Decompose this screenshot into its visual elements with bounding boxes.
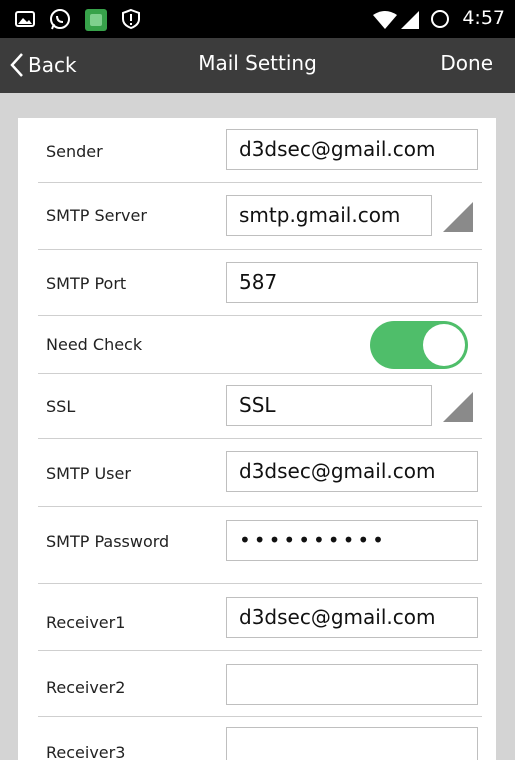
receiver3-field[interactable] [226, 727, 478, 760]
row-receiver3: Receiver3 [38, 717, 482, 760]
ssl-label: SSL [46, 397, 76, 416]
need-check-label: Need Check [46, 335, 143, 354]
row-ssl: SSL SSL [38, 374, 482, 439]
smtp-port-label: SMTP Port [46, 274, 127, 293]
app-icon [85, 9, 107, 31]
row-smtp-user: SMTP User d3dsec@gmail.com [38, 439, 482, 507]
done-button[interactable]: Done [440, 51, 493, 75]
smtp-port-field[interactable]: 587 [226, 262, 478, 303]
smtp-server-field[interactable]: smtp.gmail.com [226, 195, 432, 236]
wifi-icon [373, 11, 397, 29]
need-check-toggle[interactable] [370, 321, 468, 369]
shield-alert-icon [122, 8, 140, 30]
sender-label: Sender [46, 142, 103, 161]
smtp-password-label: SMTP Password [46, 532, 170, 551]
content-area[interactable]: Sender d3dsec@gmail.com SMTP Server smtp… [0, 93, 515, 760]
row-need-check: Need Check [38, 316, 482, 374]
status-time: 4:57 [462, 7, 505, 29]
signal-icon [401, 11, 419, 29]
receiver2-field[interactable] [226, 664, 478, 705]
toggle-knob [423, 324, 465, 366]
receiver1-label: Receiver1 [46, 613, 126, 632]
row-smtp-server: SMTP Server smtp.gmail.com [38, 183, 482, 250]
ssl-dropdown-icon[interactable] [442, 391, 474, 423]
smtp-server-label: SMTP Server [46, 206, 147, 225]
photo-icon [15, 11, 35, 27]
receiver3-label: Receiver3 [46, 743, 126, 760]
receiver2-label: Receiver2 [46, 678, 126, 697]
row-sender: Sender d3dsec@gmail.com [38, 118, 482, 183]
nav-bar: Back Mail Setting Done [0, 38, 515, 93]
settings-panel: Sender d3dsec@gmail.com SMTP Server smtp… [18, 118, 496, 760]
ssl-field[interactable]: SSL [226, 385, 432, 426]
whatsapp-icon [50, 9, 70, 30]
smtp-server-dropdown-icon[interactable] [442, 201, 474, 233]
smtp-user-field[interactable]: d3dsec@gmail.com [226, 451, 478, 492]
smtp-user-label: SMTP User [46, 464, 131, 483]
sender-field[interactable]: d3dsec@gmail.com [226, 129, 478, 170]
row-receiver1: Receiver1 d3dsec@gmail.com [38, 584, 482, 651]
page-title: Mail Setting [198, 51, 317, 75]
receiver1-field[interactable]: d3dsec@gmail.com [226, 597, 478, 638]
smtp-password-field[interactable]: •••••••••• [226, 520, 478, 561]
row-smtp-port: SMTP Port 587 [38, 250, 482, 316]
status-bar: 4:57 [0, 0, 515, 38]
row-smtp-password: SMTP Password •••••••••• [38, 507, 482, 584]
row-receiver2: Receiver2 [38, 651, 482, 717]
battery-circle-icon [431, 10, 449, 28]
